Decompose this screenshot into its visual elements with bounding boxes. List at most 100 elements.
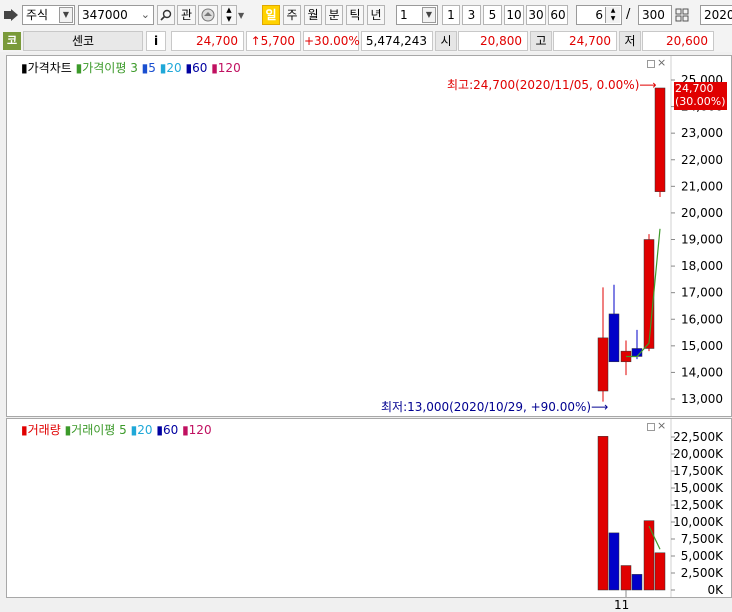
open-label: 시 bbox=[435, 31, 457, 51]
last-price-tag: 24,700 (30.00%) bbox=[674, 82, 727, 110]
total-input[interactable]: 300 bbox=[638, 5, 672, 25]
code-input[interactable]: 347000 ⌄ bbox=[78, 5, 154, 25]
interval-3-label: 3 bbox=[467, 8, 476, 22]
spin-down-icon[interactable]: ▼ bbox=[606, 15, 620, 23]
chevron-down-icon[interactable]: ▼ bbox=[422, 7, 436, 23]
volume-bar[interactable] bbox=[597, 436, 609, 591]
search-icon bbox=[160, 9, 172, 21]
market-select-value: 주식 bbox=[26, 8, 49, 22]
stock-group-button[interactable] bbox=[198, 5, 218, 25]
period-day-label: 일 bbox=[265, 8, 277, 22]
volume-tick-label: 17,500K bbox=[673, 464, 724, 478]
period-year-button[interactable]: 년 bbox=[367, 5, 385, 25]
high-price: 24,700 bbox=[553, 31, 617, 51]
candle-body[interactable] bbox=[608, 313, 620, 363]
volume-bar[interactable] bbox=[654, 552, 666, 591]
price-tick-label: 14,000 bbox=[681, 365, 723, 379]
interval-3-button[interactable]: 3 bbox=[462, 5, 481, 25]
stock-name-label: 센코 bbox=[71, 34, 95, 48]
code-input-value: 347000 bbox=[82, 8, 128, 22]
chevron-down-icon[interactable]: ⌄ bbox=[141, 6, 150, 24]
trade-volume-value: 5,474,243 bbox=[365, 34, 427, 48]
volume-tick-label: 22,500K bbox=[673, 430, 724, 444]
date-input-value: 2020/ bbox=[704, 8, 732, 22]
interval-60-button[interactable]: 60 bbox=[548, 5, 568, 25]
market-select[interactable]: 주식 ▼ bbox=[22, 5, 75, 25]
toolbar: 주식 ▼ 347000 ⌄ 관 ▲ ▼ ▼ 일 주 월 분 틱 년 1 ▼ 1 … bbox=[0, 0, 732, 30]
high-price-value: 24,700 bbox=[569, 34, 611, 48]
count-separator: / bbox=[626, 7, 631, 22]
chevron-down-icon[interactable]: ▼ bbox=[238, 11, 244, 20]
count-input[interactable]: 6 ▲ ▼ bbox=[576, 5, 622, 25]
volume-bar[interactable] bbox=[620, 565, 632, 591]
price-chart-panel[interactable]: ▮가격차트 ▮가격이평 3 ▮5 ▮20 ▮60 ▮120 × 25,00024… bbox=[6, 55, 732, 417]
interval-5-button[interactable]: 5 bbox=[483, 5, 502, 25]
price-tick-label: 21,000 bbox=[681, 179, 723, 193]
period-month-button[interactable]: 월 bbox=[304, 5, 322, 25]
low-price: 20,600 bbox=[642, 31, 714, 51]
spin-down-icon[interactable]: ▼ bbox=[222, 15, 236, 24]
interest-button-label: 관 bbox=[180, 8, 193, 22]
candle-body[interactable] bbox=[654, 87, 666, 192]
interval-1-button[interactable]: 1 bbox=[442, 5, 460, 25]
change-percent-value: +30.00% bbox=[304, 34, 360, 48]
high-annotation: 최고:24,700(2020/11/05, 0.00%)⟶ bbox=[447, 78, 657, 92]
volume-tick-label: 12,500K bbox=[673, 498, 724, 512]
price-tick-label: 16,000 bbox=[681, 312, 723, 326]
interval-10-label: 10 bbox=[506, 8, 522, 22]
period-minute-button[interactable]: 분 bbox=[325, 5, 343, 25]
volume-tick-label: 5,000K bbox=[681, 549, 724, 563]
quote-bar: 코 센코 i 24,700 ↑5,700 +30.00% 5,474,243 시… bbox=[0, 30, 732, 52]
price-tick-label: 19,000 bbox=[681, 233, 723, 247]
period-year-label: 년 bbox=[370, 8, 382, 22]
volume-tick-label: 0K bbox=[707, 583, 724, 597]
price-change: ↑5,700 bbox=[246, 31, 301, 51]
interval-60-label: 60 bbox=[550, 8, 566, 22]
low-price-value: 20,600 bbox=[666, 34, 708, 48]
candle-body[interactable] bbox=[643, 239, 655, 349]
current-price: 24,700 bbox=[171, 31, 244, 51]
candle-body[interactable] bbox=[597, 337, 609, 392]
total-input-value: 300 bbox=[642, 8, 665, 22]
price-tick-label: 18,000 bbox=[681, 259, 723, 273]
volume-chart-panel[interactable]: ▮거래량 ▮거래이평 5 ▮20 ▮60 ▮120 × 22,500K 20,00… bbox=[6, 418, 732, 598]
stock-name[interactable]: 센코 bbox=[23, 31, 143, 51]
search-button[interactable] bbox=[157, 5, 175, 25]
interval-select[interactable]: 1 ▼ bbox=[396, 5, 438, 25]
stock-info-button[interactable]: i bbox=[146, 31, 166, 51]
period-week-button[interactable]: 주 bbox=[283, 5, 301, 25]
trade-volume: 5,474,243 bbox=[361, 31, 433, 51]
volume-bar[interactable] bbox=[643, 520, 655, 591]
period-day-button[interactable]: 일 bbox=[262, 5, 280, 25]
interval-select-value: 1 bbox=[400, 8, 408, 22]
volume-tick-label: 7,500K bbox=[681, 532, 724, 546]
x-axis-label: 11 bbox=[614, 598, 630, 612]
interval-10-button[interactable]: 10 bbox=[504, 5, 524, 25]
date-input[interactable]: 2020/ bbox=[700, 5, 732, 25]
open-price: 20,800 bbox=[458, 31, 528, 51]
period-month-label: 월 bbox=[307, 8, 319, 22]
spin-up-icon[interactable]: ▲ bbox=[606, 7, 620, 15]
low-label: 저 bbox=[619, 31, 641, 51]
volume-bar[interactable] bbox=[631, 574, 643, 591]
change-percent: +30.00% bbox=[303, 31, 360, 51]
last-price-tag-percent: (30.00%) bbox=[675, 95, 726, 108]
interval-30-button[interactable]: 30 bbox=[526, 5, 546, 25]
last-price-tag-value: 24,700 bbox=[675, 82, 714, 95]
price-plot[interactable]: 25,00024,00023,00022,00021,00020,00019,0… bbox=[7, 56, 731, 416]
settings-grid-icon[interactable] bbox=[675, 8, 689, 22]
stock-code-badge: 코 bbox=[3, 32, 21, 50]
interval-5-label: 5 bbox=[488, 8, 497, 22]
volume-plot[interactable]: 22,500K 20,000K 17,500K 15,000K 12,500K 10,00… bbox=[7, 419, 731, 597]
period-tick-button[interactable]: 틱 bbox=[346, 5, 364, 25]
interest-button[interactable]: 관 bbox=[177, 5, 196, 25]
chevron-down-icon[interactable]: ▼ bbox=[59, 7, 73, 23]
volume-bar[interactable] bbox=[608, 532, 620, 591]
period-week-label: 주 bbox=[286, 8, 298, 22]
spin-up-icon[interactable]: ▲ bbox=[222, 6, 236, 15]
current-price-value: 24,700 bbox=[196, 34, 238, 48]
count-spinner[interactable]: ▲ ▼ bbox=[605, 7, 620, 23]
price-change-value: ↑5,700 bbox=[250, 34, 295, 48]
stock-spinner[interactable]: ▲ ▼ bbox=[221, 5, 237, 25]
login-arrow-icon[interactable] bbox=[4, 9, 20, 21]
